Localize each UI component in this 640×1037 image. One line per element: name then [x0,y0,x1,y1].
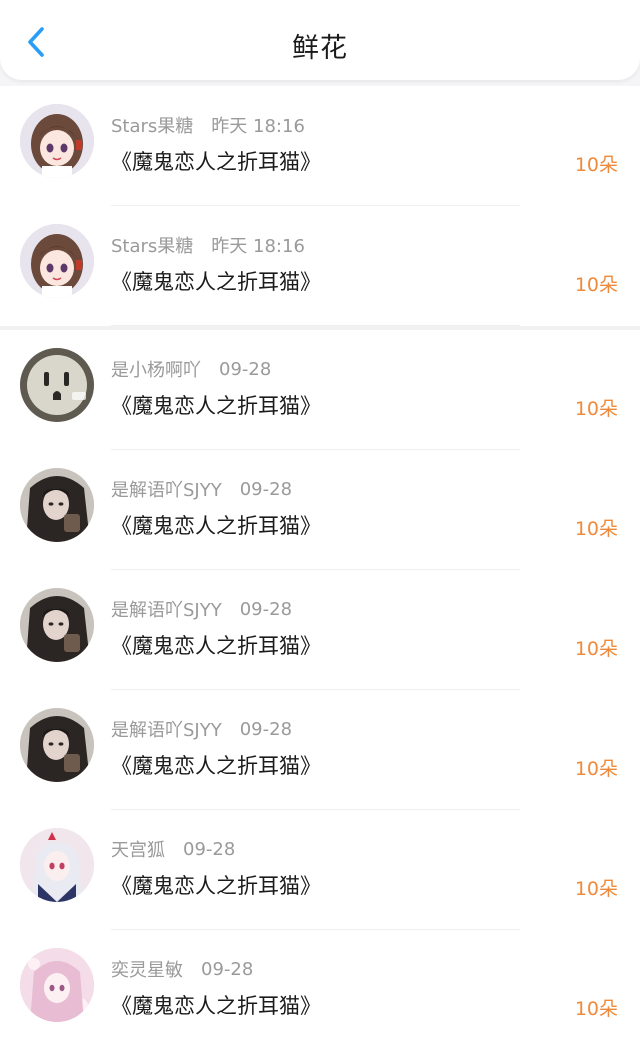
username[interactable]: 是小杨啊吖 [111,356,201,382]
user-avatar[interactable] [20,224,94,298]
record-meta: 是解语吖SJYY 09-28 [111,596,292,622]
record-meta: 是解语吖SJYY 09-28 [111,716,292,742]
timestamp: 09-28 [201,958,254,980]
flower-record-item[interactable]: 是解语吖SJYY 09-28 《魔鬼恋人之折耳猫》 10朵 [0,690,640,810]
record-meta: 是小杨啊吖 09-28 [111,356,271,382]
user-avatar[interactable] [20,708,94,782]
user-avatar[interactable] [20,588,94,662]
username[interactable]: Stars果糖 [111,232,193,258]
flower-record-item[interactable]: 是解语吖SJYY 09-28 《魔鬼恋人之折耳猫》 10朵 [0,570,640,690]
flower-amount: 10朵 [574,154,618,176]
book-title[interactable]: 《魔鬼恋人之折耳猫》 [111,990,321,1020]
record-meta: Stars果糖 昨天 18:16 [111,232,305,258]
page-title: 鲜花 [292,33,348,64]
book-title[interactable]: 《魔鬼恋人之折耳猫》 [111,630,321,660]
username[interactable]: 是解语吖SJYY [111,716,222,742]
user-avatar[interactable] [20,104,94,178]
book-title[interactable]: 《魔鬼恋人之折耳猫》 [111,390,321,420]
flower-amount: 10朵 [574,274,618,296]
divider [111,325,520,326]
flower-amount: 10朵 [574,758,618,780]
book-title[interactable]: 《魔鬼恋人之折耳猫》 [111,870,321,900]
flower-record-item[interactable]: Stars果糖 昨天 18:16 《魔鬼恋人之折耳猫》 10朵 [0,206,640,326]
top-bar: 鲜花 [0,0,640,80]
book-title[interactable]: 《魔鬼恋人之折耳猫》 [111,750,321,780]
username[interactable]: 天宫狐 [111,836,165,862]
book-title[interactable]: 《魔鬼恋人之折耳猫》 [111,510,321,540]
timestamp: 09-28 [239,478,293,500]
flower-amount: 10朵 [574,638,618,660]
flower-amount: 10朵 [574,398,618,420]
flower-record-item[interactable]: 是解语吖SJYY 09-28 《魔鬼恋人之折耳猫》 10朵 [0,450,640,570]
user-avatar[interactable] [20,468,94,542]
flower-record-item[interactable]: Stars果糖 昨天 18:16 《魔鬼恋人之折耳猫》 10朵 [0,86,640,206]
flower-record-item[interactable]: 天宫狐 09-28 《魔鬼恋人之折耳猫》 10朵 [0,810,640,930]
timestamp: 09-28 [219,358,272,380]
flower-amount: 10朵 [574,518,618,540]
flower-record-item[interactable]: 是小杨啊吖 09-28 《魔鬼恋人之折耳猫》 10朵 [0,330,640,450]
user-avatar[interactable] [20,948,94,1022]
timestamp: 09-28 [183,838,236,860]
book-title[interactable]: 《魔鬼恋人之折耳猫》 [111,146,321,176]
record-meta: 奕灵星敏 09-28 [111,956,253,982]
user-avatar[interactable] [20,828,94,902]
flower-record-list: Stars果糖 昨天 18:16 《魔鬼恋人之折耳猫》 10朵 Stars果糖 昨天 1… [0,86,640,1037]
record-meta: 是解语吖SJYY 09-28 [111,476,292,502]
flower-amount: 10朵 [574,878,618,900]
username[interactable]: 奕灵星敏 [111,956,183,982]
username[interactable]: 是解语吖SJYY [111,476,222,502]
record-meta: 天宫狐 09-28 [111,836,235,862]
book-title[interactable]: 《魔鬼恋人之折耳猫》 [111,266,321,296]
timestamp: 昨天 18:16 [211,116,305,137]
user-avatar[interactable] [20,348,94,422]
username[interactable]: Stars果糖 [111,112,193,138]
timestamp: 昨天 18:16 [211,236,305,257]
flower-record-item[interactable]: 奕灵星敏 09-28 《魔鬼恋人之折耳猫》 10朵 [0,930,640,1037]
timestamp: 09-28 [239,718,293,740]
timestamp: 09-28 [239,598,293,620]
record-meta: Stars果糖 昨天 18:16 [111,112,305,138]
username[interactable]: 是解语吖SJYY [111,596,222,622]
flower-amount: 10朵 [574,998,618,1020]
